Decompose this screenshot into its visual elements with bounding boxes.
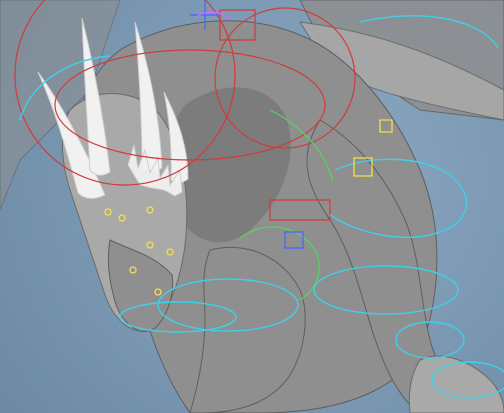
rig-control-magenta-1[interactable] (194, 11, 231, 21)
scene-canvas[interactable] (0, 0, 504, 413)
maya-3d-viewport[interactable] (0, 0, 504, 413)
